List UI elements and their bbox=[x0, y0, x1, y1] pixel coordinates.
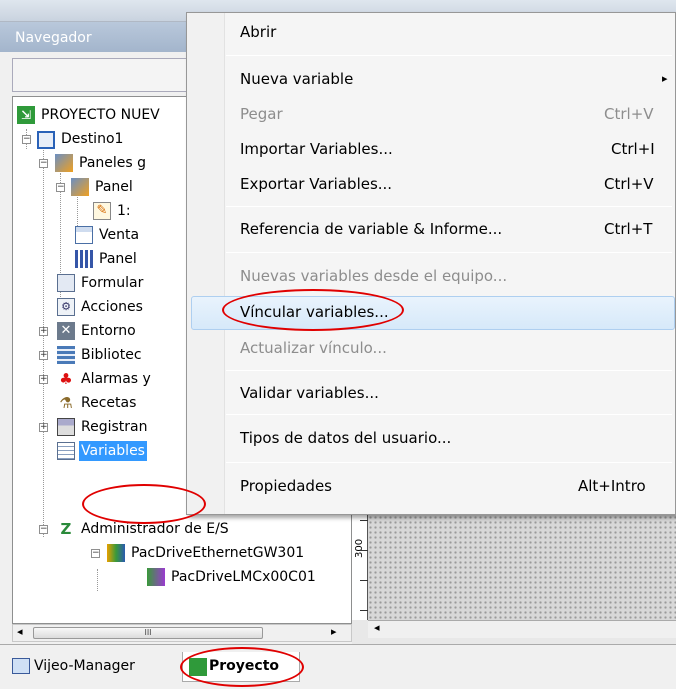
panel-icon bbox=[75, 250, 93, 268]
io-manager-icon: Z bbox=[60, 520, 72, 538]
tree-item-label: Alarmas y bbox=[81, 371, 151, 387]
tree-item-label: Venta bbox=[99, 227, 140, 243]
scroll-left-arrow-icon[interactable]: ◂ bbox=[17, 625, 23, 638]
menu-item-nuevas-variables-equipo: Nuevas variables desde el equipo... bbox=[240, 267, 508, 285]
equipment-icon bbox=[147, 568, 165, 586]
project-icon: ⇲ bbox=[17, 106, 35, 124]
tree-item-label: Variables bbox=[79, 441, 147, 461]
tree-item-label: PacDriveLMCx00C01 bbox=[171, 569, 316, 585]
tree-item-label: Panel bbox=[99, 251, 137, 267]
tree-item-label: Formular bbox=[81, 275, 144, 291]
shortcut-propiedades: Alt+Intro bbox=[578, 477, 646, 495]
tree-item-label: Entorno bbox=[81, 323, 136, 339]
tree-item-label: Recetas bbox=[81, 395, 137, 411]
menu-item-abrir[interactable]: Abrir bbox=[240, 14, 276, 50]
window-icon bbox=[75, 226, 93, 244]
canvas-hscrollbar[interactable]: ◂ bbox=[368, 620, 676, 638]
collapse-icon[interactable]: − bbox=[39, 159, 48, 168]
scroll-thumb[interactable]: III bbox=[33, 627, 263, 639]
annotation-circle-vincular bbox=[222, 289, 404, 331]
menu-separator bbox=[226, 206, 672, 207]
menu-item-tipos-datos[interactable]: Tipos de datos del usuario... bbox=[240, 420, 451, 456]
expand-icon[interactable]: + bbox=[39, 375, 48, 384]
actions-icon: ⚙ bbox=[57, 298, 75, 316]
tab-label: Vijeo-Manager bbox=[34, 658, 135, 674]
menu-item-importar[interactable]: Importar Variables... bbox=[240, 131, 393, 167]
menu-item-validar[interactable]: Validar variables... bbox=[240, 375, 379, 411]
vertical-ruler: 300 bbox=[352, 500, 368, 620]
expand-icon[interactable]: + bbox=[39, 327, 48, 336]
tree-item-label: Acciones bbox=[81, 299, 143, 315]
menu-item-nueva-variable[interactable]: Nueva variable bbox=[240, 61, 353, 97]
tree-item-label: Panel bbox=[95, 179, 133, 195]
menu-item-propiedades[interactable]: Propiedades bbox=[240, 468, 332, 504]
annotation-circle-variables bbox=[82, 484, 206, 524]
navigator-header: Navegador bbox=[0, 22, 215, 52]
tree-item-label: Destino1 bbox=[61, 131, 124, 147]
collapse-icon[interactable]: − bbox=[39, 525, 48, 534]
collapse-icon[interactable]: − bbox=[22, 135, 31, 144]
expand-icon[interactable]: + bbox=[39, 423, 48, 432]
menu-separator bbox=[226, 462, 672, 463]
menu-item-exportar[interactable]: Exportar Variables... bbox=[240, 166, 392, 202]
library-icon bbox=[57, 346, 75, 364]
tree-hscrollbar[interactable]: ◂ III ▸ bbox=[12, 624, 352, 642]
tree-item-label: PROYECTO NUEV bbox=[41, 107, 160, 123]
menu-item-pegar: Pegar bbox=[240, 105, 283, 123]
ruler-label: 300 bbox=[354, 538, 365, 558]
tree-item-label: Bibliotec bbox=[81, 347, 142, 363]
variables-icon bbox=[57, 442, 75, 460]
menu-item-referencia[interactable]: Referencia de variable & Informe... bbox=[240, 211, 502, 247]
shortcut-pegar: Ctrl+V bbox=[604, 105, 654, 123]
menu-separator bbox=[226, 55, 672, 56]
tree-item-label: 1: bbox=[117, 203, 131, 219]
scroll-left-arrow-icon[interactable]: ◂ bbox=[374, 621, 380, 634]
menu-separator bbox=[226, 370, 672, 371]
expand-icon[interactable]: + bbox=[39, 351, 48, 360]
collapse-icon[interactable]: − bbox=[91, 549, 100, 558]
submenu-arrow-icon: ▸ bbox=[662, 72, 668, 85]
logging-icon bbox=[57, 418, 75, 436]
tree-item-label: Registran bbox=[81, 419, 148, 435]
menu-separator bbox=[226, 414, 672, 415]
annotation-circle-proyecto bbox=[180, 647, 304, 687]
panel-page-icon: ✎ bbox=[93, 202, 111, 220]
menu-item-actualizar-vinculo: Actualizar vínculo... bbox=[240, 339, 387, 357]
panel-folder-icon bbox=[71, 178, 89, 196]
tree-item-label: Paneles g bbox=[79, 155, 147, 171]
form-icon bbox=[57, 274, 75, 292]
vijeo-manager-icon bbox=[12, 658, 30, 674]
navigator-field[interactable] bbox=[12, 58, 212, 92]
panels-folder-icon bbox=[55, 154, 73, 172]
environment-icon: ✕ bbox=[57, 322, 75, 340]
alarms-icon: ♣ bbox=[59, 370, 73, 388]
shortcut-referencia: Ctrl+T bbox=[604, 220, 653, 238]
driver-icon bbox=[107, 544, 125, 562]
target-icon bbox=[37, 131, 55, 149]
panel-canvas[interactable] bbox=[368, 500, 676, 620]
recipes-icon: ⚗ bbox=[59, 394, 73, 412]
tab-vijeo-manager[interactable]: Vijeo-Manager bbox=[8, 652, 178, 682]
shortcut-exportar: Ctrl+V bbox=[604, 175, 654, 193]
tree-item-label: PacDriveEthernetGW301 bbox=[131, 545, 305, 561]
shortcut-importar: Ctrl+I bbox=[611, 140, 655, 158]
menu-separator bbox=[226, 252, 672, 253]
scroll-right-arrow-icon[interactable]: ▸ bbox=[331, 625, 337, 638]
collapse-icon[interactable]: − bbox=[56, 183, 65, 192]
